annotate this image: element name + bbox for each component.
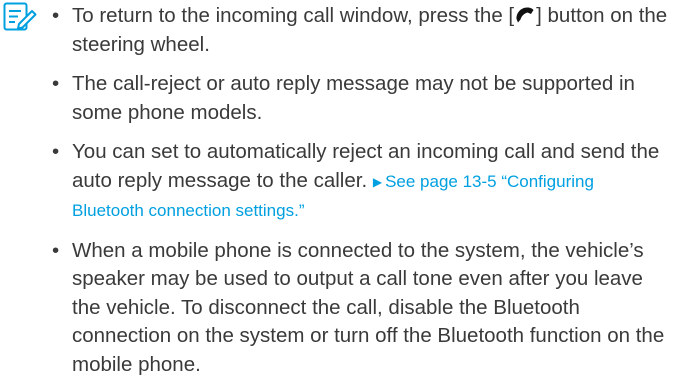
- phone-handset-icon: [516, 7, 534, 23]
- bullet: •: [52, 238, 60, 262]
- note-text: The call-reject or auto reply message ma…: [72, 72, 635, 124]
- bullet: •: [52, 140, 60, 163]
- note-text: To return to the incoming call window, p…: [72, 4, 515, 27]
- note-item-reject-support: • The call-reject or auto reply message m…: [52, 70, 670, 127]
- note-list: • To return to the incoming call window, …: [52, 2, 670, 390]
- note-pencil-icon: [3, 2, 37, 31]
- bullet: •: [52, 72, 60, 95]
- note-item-auto-reject: • You can set to automatically reject an …: [52, 138, 670, 226]
- arrow-right-icon: ▶: [372, 174, 383, 189]
- note-item-disconnect-call: • When a mobile phone is connected to the…: [52, 237, 670, 380]
- note-item-steering-wheel-call: • To return to the incoming call window, …: [52, 2, 670, 59]
- note-text: When a mobile phone is connected to the …: [72, 238, 665, 376]
- bullet: •: [52, 4, 60, 27]
